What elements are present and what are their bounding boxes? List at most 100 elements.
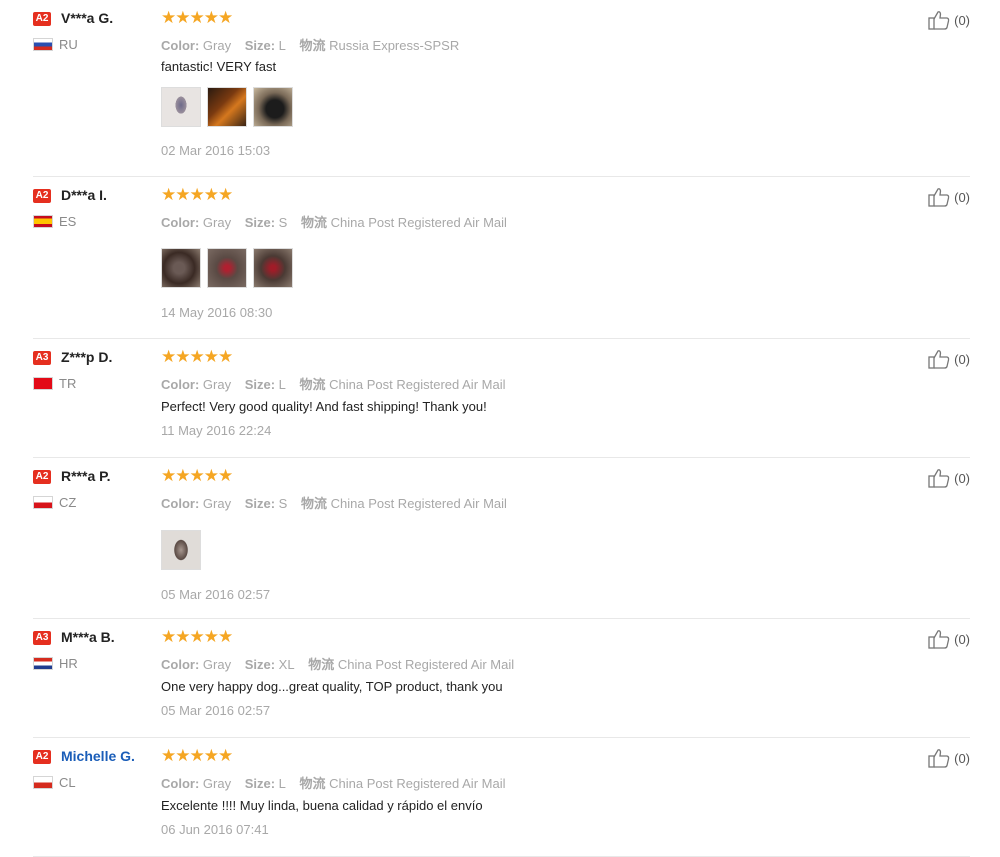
thumbs-up-icon [928,350,950,369]
chile-flag-icon [33,776,53,789]
shipping-method: China Post Registered Air Mail [330,215,507,230]
croatia-flag-icon [33,657,53,670]
review-date: 02 Mar 2016 15:03 [161,143,271,158]
buyer-level-badge: A3 [33,631,51,645]
order-attributes: Color: Gray Size: S 物流 China Post Regist… [161,212,507,231]
order-attributes: Color: Gray Size: S 物流 China Post Regist… [161,493,507,512]
star-rating: ★★★★★ [161,466,233,485]
helpful-count: (0) [954,470,970,486]
buyer-level-badge: A2 [33,750,51,764]
shipping-method: China Post Registered Air Mail [337,657,515,672]
helpful-button[interactable]: (0) [928,349,970,369]
review-text: Perfect! Very good quality! And fast shi… [161,399,487,414]
size-label: Size: [244,38,276,53]
buyer-level-badge: A2 [33,12,51,26]
shipping-method: Russia Express-SPSR [329,38,460,53]
color-label: Color: [161,776,200,791]
buyer-country: HR [59,656,78,671]
color-label: Color: [161,215,200,230]
thumbs-up-icon [928,188,950,207]
star-rating: ★★★★★ [161,347,233,366]
color-label: Color: [161,657,200,672]
helpful-button[interactable]: (0) [928,10,970,30]
review-photo[interactable] [207,248,247,288]
size-label: Size: [244,776,276,791]
helpful-count: (0) [954,189,970,205]
size-value: XL [278,657,295,672]
thumbs-up-icon [928,749,950,768]
color-label: Color: [161,38,200,53]
color-value: Gray [202,657,232,672]
logistics-label: 物流 [299,776,326,791]
color-label: Color: [161,377,200,392]
star-rating: ★★★★★ [161,627,233,646]
logistics-label: 物流 [300,215,327,230]
buyer-name-link[interactable]: Michelle G. [61,748,135,764]
review-date: 06 Jun 2016 07:41 [161,822,269,837]
buyer-name: V***a G. [61,10,114,26]
review-text: Excelente !!!! Muy linda, buena calidad … [161,798,483,813]
review-text: fantastic! VERY fast [161,59,277,74]
helpful-count: (0) [954,12,970,28]
review-photo[interactable] [161,87,201,127]
buyer-country: CL [59,775,76,790]
shipping-method: China Post Registered Air Mail [330,496,507,511]
buyer-name: D***a I. [61,187,107,203]
star-rating: ★★★★★ [161,185,233,204]
review-item: A3 M***a B. HR ★★★★★ Color: Gray Size: X… [33,619,970,738]
helpful-button[interactable]: (0) [928,468,970,488]
buyer-name: Z***p D. [61,349,113,365]
size-label: Size: [244,496,276,511]
order-attributes: Color: Gray Size: L 物流 China Post Regist… [161,773,505,792]
review-date: 14 May 2016 08:30 [161,305,273,320]
spain-flag-icon [33,215,53,228]
review-item: A2 D***a I. ES ★★★★★ Color: Gray Size: S… [33,177,970,339]
color-value: Gray [202,215,232,230]
helpful-button[interactable]: (0) [928,748,970,768]
review-photo[interactable] [253,248,293,288]
helpful-count: (0) [954,631,970,647]
thumbs-up-icon [928,469,950,488]
logistics-label: 物流 [299,377,326,392]
order-attributes: Color: Gray Size: XL 物流 China Post Regis… [161,654,514,673]
turkey-flag-icon [33,377,53,390]
size-label: Size: [244,215,276,230]
czech-flag-icon [33,496,53,509]
shipping-method: China Post Registered Air Mail [329,377,506,392]
review-date: 11 May 2016 22:24 [161,423,272,438]
review-photo[interactable] [161,530,201,570]
star-rating: ★★★★★ [161,8,233,27]
thumbs-up-icon [928,11,950,30]
review-photo[interactable] [207,87,247,127]
logistics-label: 物流 [308,657,335,672]
color-value: Gray [202,377,232,392]
review-photo[interactable] [161,248,201,288]
review-item: A3 Z***p D. TR ★★★★★ Color: Gray Size: L… [33,339,970,458]
helpful-count: (0) [954,351,970,367]
size-value: L [278,377,286,392]
logistics-label: 物流 [300,496,327,511]
color-value: Gray [202,496,232,511]
size-value: S [278,215,288,230]
helpful-button[interactable]: (0) [928,629,970,649]
buyer-name: R***a P. [61,468,111,484]
order-attributes: Color: Gray Size: L 物流 Russia Express-SP… [161,35,459,54]
order-attributes: Color: Gray Size: L 物流 China Post Regist… [161,374,505,393]
buyer-name: M***a B. [61,629,115,645]
size-value: L [278,776,286,791]
photo-thumbnails [161,248,293,288]
color-value: Gray [202,38,232,53]
review-item: A2 Michelle G. CL ★★★★★ Color: Gray Size… [33,738,970,857]
buyer-level-badge: A3 [33,351,51,365]
review-date: 05 Mar 2016 02:57 [161,703,271,718]
color-label: Color: [161,496,200,511]
buyer-country: TR [59,376,77,391]
buyer-country: RU [59,37,78,52]
thumbs-up-icon [928,630,950,649]
review-item: A2 V***a G. RU ★★★★★ Color: Gray Size: L… [33,0,970,177]
review-photo[interactable] [253,87,293,127]
buyer-country: ES [59,214,77,229]
helpful-button[interactable]: (0) [928,187,970,207]
review-text: One very happy dog...great quality, TOP … [161,679,503,694]
star-rating: ★★★★★ [161,746,233,765]
